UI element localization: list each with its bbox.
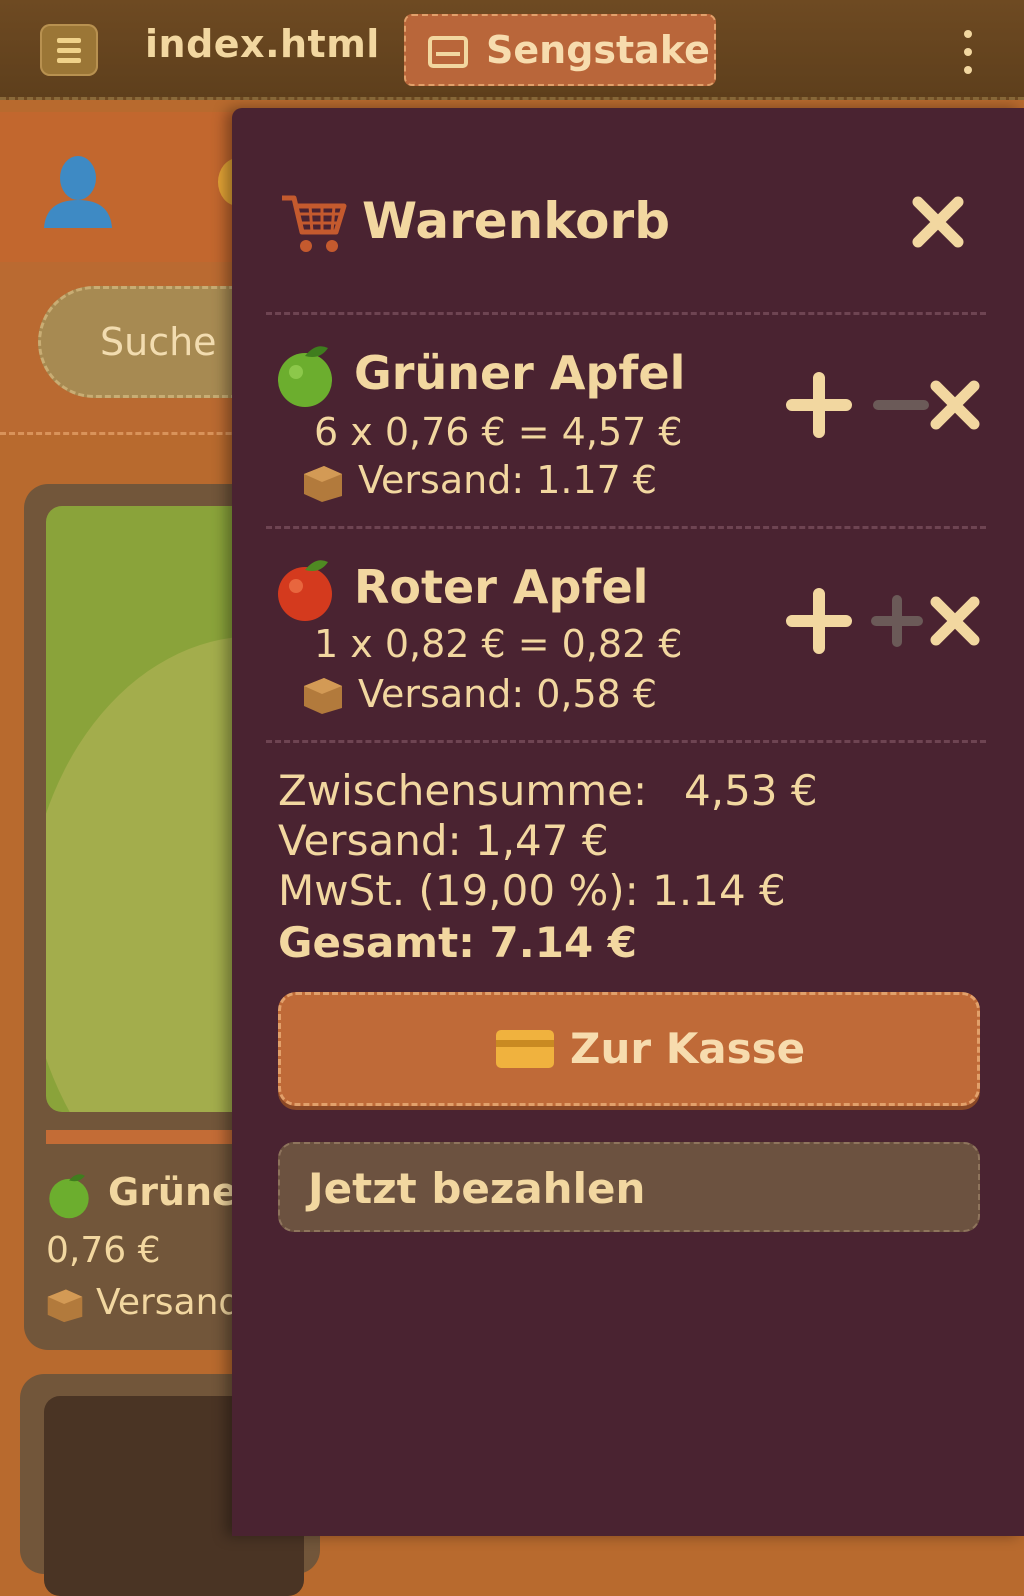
red-apple-icon — [278, 560, 332, 621]
cart-item-shipping: Versand: 0,58 € — [358, 672, 658, 716]
window-icon — [428, 36, 468, 68]
cart-item-calc: 6 x 0,76 € = 4,57 € — [314, 410, 683, 454]
grand-total: Gesamt: 7.14 € — [278, 918, 638, 967]
subtotal-label: Zwischensumme: — [278, 766, 648, 815]
shopping-cart-icon — [282, 195, 347, 252]
green-apple-icon — [49, 1174, 89, 1219]
vertical-dots-icon[interactable] — [956, 28, 980, 76]
box-icon — [304, 678, 342, 714]
shipping-total: Versand: 1,47 € — [278, 816, 609, 865]
divider — [266, 312, 986, 315]
file-title[interactable]: index.html — [145, 22, 380, 66]
cart-item-name: Roter Apfel — [354, 560, 649, 614]
product-price: 0,76 € — [46, 1230, 161, 1271]
box-icon — [304, 466, 342, 502]
tab-sengstake[interactable]: Sengstake — [404, 14, 716, 86]
box-icon — [47, 1289, 83, 1323]
tab-label: Sengstake — [486, 28, 710, 72]
product-shipping: Versand — [96, 1282, 242, 1323]
card-divider — [46, 1130, 246, 1144]
subtotal-value: 4,53 € — [684, 766, 818, 815]
cart-item-calc: 1 x 0,82 € = 0,82 € — [314, 622, 683, 666]
pay-now-label: Jetzt bezahlen — [308, 1164, 646, 1213]
cart-item-name: Grüner Apfel — [354, 346, 686, 400]
cart-item-shipping: Versand: 1.17 € — [358, 458, 658, 502]
close-icon[interactable] — [910, 194, 966, 250]
divider — [266, 740, 986, 743]
green-apple-icon — [278, 346, 332, 407]
vat-total: MwSt. (19,00 %): 1.14 € — [278, 866, 786, 915]
decrease-quantity-button[interactable] — [864, 588, 930, 654]
search-placeholder: Suche n — [100, 320, 253, 364]
increase-quantity-button[interactable] — [786, 588, 852, 654]
remove-item-button[interactable] — [922, 588, 988, 654]
increase-quantity-button[interactable] — [786, 372, 852, 438]
credit-card-icon — [496, 1030, 554, 1068]
user-avatar-icon[interactable] — [40, 150, 116, 230]
checkout-label: Zur Kasse — [570, 1024, 806, 1073]
hamburger-menu-icon[interactable] — [40, 24, 98, 76]
cart-title: Warenkorb — [362, 192, 670, 250]
divider — [266, 526, 986, 529]
remove-item-button[interactable] — [922, 372, 988, 438]
